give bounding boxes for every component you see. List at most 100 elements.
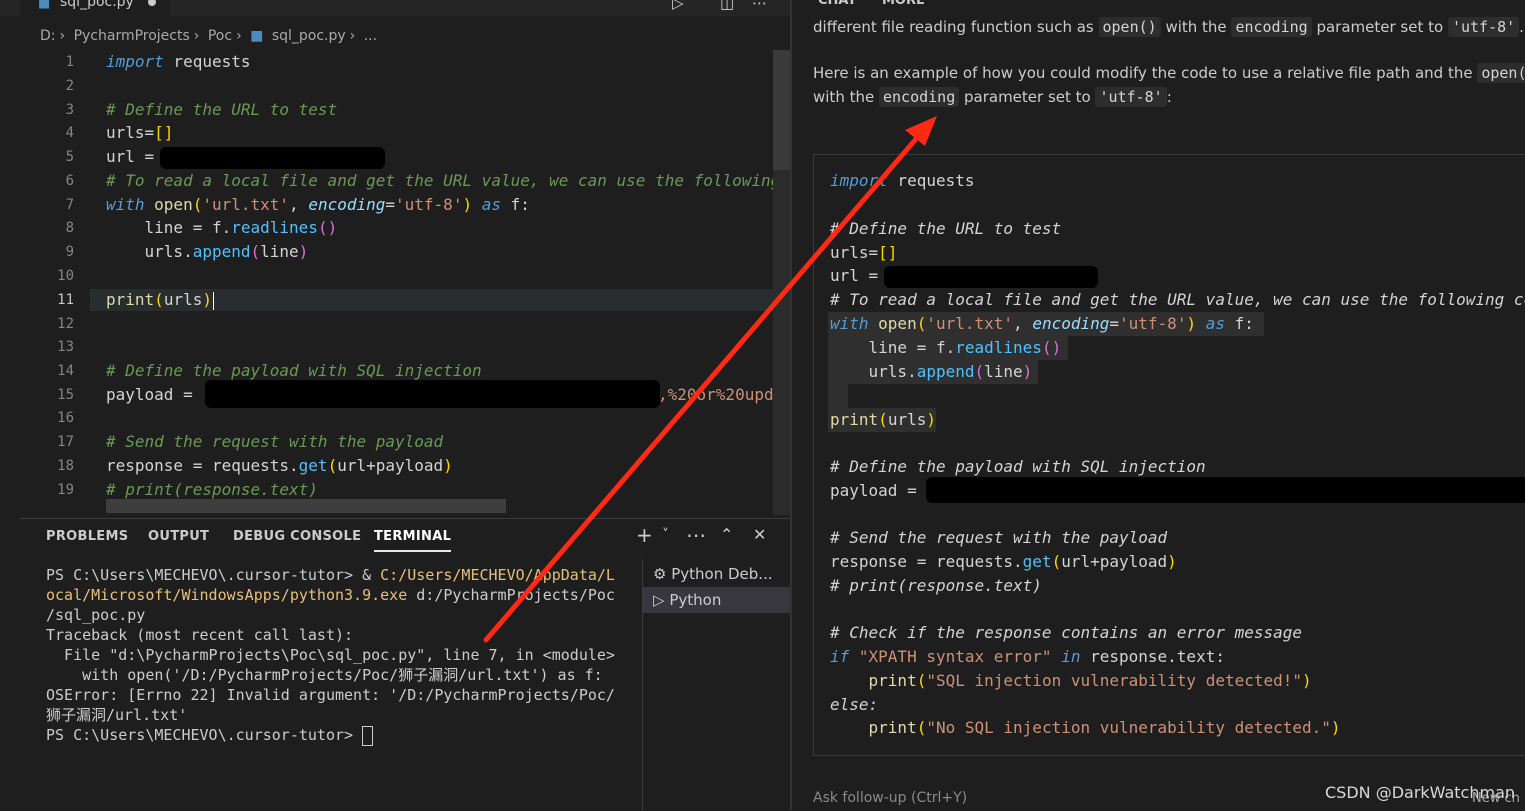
tab-problems[interactable]: PROBLEMS [46, 529, 128, 544]
python-file-icon: ■ [250, 28, 264, 44]
code-text: urls. [106, 242, 193, 261]
breadcrumb-item[interactable]: sql_poc.py [272, 28, 346, 44]
split-editor-icon[interactable]: ◫ [720, 0, 734, 12]
line-number: 18 [57, 458, 74, 474]
editor-horizontal-scrollbar[interactable] [106, 499, 506, 513]
plus-icon[interactable]: + [636, 523, 653, 547]
code-bracket: ( [878, 410, 888, 429]
text-cursor [212, 291, 214, 310]
tab-debug-console[interactable]: DEBUG CONSOLE [233, 529, 361, 544]
code-method: readlines [231, 218, 318, 237]
code-keyword: as [472, 195, 501, 214]
code-keyword: with [106, 195, 145, 214]
line-number: 2 [65, 78, 74, 94]
terminal-path: C:/Users/MECHEVO/AppData/L [380, 566, 615, 584]
tab-output[interactable]: OUTPUT [148, 529, 209, 544]
code-comment: # Define the URL to test [830, 219, 1062, 238]
code-bracket: ( [916, 314, 927, 333]
terminal-line: d:/PycharmProjects/Poc [407, 586, 615, 604]
code-text: payload = [106, 385, 203, 404]
code-text: requests [887, 171, 975, 190]
chevron-right-icon: › [349, 28, 356, 44]
code-text: f: [1225, 314, 1254, 333]
terminal-item-python[interactable]: ▷ Python [643, 587, 791, 613]
tab-more[interactable]: MORE [882, 0, 925, 8]
line-number: 13 [57, 339, 74, 355]
bottom-panel: PROBLEMS OUTPUT DEBUG CONSOLE TERMINAL +… [20, 518, 791, 811]
code-line: payload = [106, 385, 202, 404]
code-text: response.text: [1080, 647, 1225, 666]
redacted-url [884, 266, 1098, 288]
unsaved-dot-icon[interactable] [148, 0, 156, 6]
code-text: url = [106, 147, 164, 166]
chevron-down-icon[interactable]: ˅ [662, 527, 669, 543]
code-text: response = requests. [830, 552, 1023, 571]
code-text: urls. [830, 362, 917, 381]
code-bracket: ( [250, 242, 261, 261]
close-icon[interactable]: ✕ [753, 525, 766, 544]
line-number: 14 [57, 363, 74, 379]
code-text: , [1013, 314, 1033, 333]
breadcrumb-item[interactable]: Poc [208, 28, 232, 44]
code-bracket: ) [1022, 362, 1033, 381]
chevron-up-icon[interactable]: ⌃ [720, 525, 733, 544]
line-number: 1 [65, 54, 74, 70]
code-text: response = requests. [106, 456, 299, 475]
chat-text: parameter set to [959, 88, 1096, 106]
breadcrumb-item[interactable]: ... [364, 28, 377, 44]
terminal-item-label: Python [669, 591, 722, 609]
chat-code-block[interactable]: import requests # Define the URL to test… [813, 154, 1525, 756]
code-line: print(urls) [106, 290, 214, 310]
code-text: f: [501, 195, 530, 214]
terminal-line: Traceback (most recent call last): [46, 626, 354, 644]
chat-paragraph: with the encoding parameter set to 'utf-… [813, 87, 1172, 107]
line-number: 12 [57, 316, 74, 332]
code-text: urls= [830, 243, 879, 262]
breadcrumb-item[interactable]: PycharmProjects [74, 28, 190, 44]
code-bracket: ) [443, 456, 453, 475]
code-method: readlines [955, 338, 1042, 357]
more-icon[interactable]: ⋯ [752, 0, 767, 12]
code-comment: # Send the request with the payload [830, 528, 1168, 547]
code-function: print [106, 290, 155, 309]
tab-chat[interactable]: CHAT [818, 0, 856, 8]
code-line: urls.append(line) [830, 362, 1033, 381]
code-keyword: import [830, 171, 888, 190]
code-method: append [192, 242, 251, 261]
code-bracket: () [1041, 338, 1062, 357]
code-bracket: ( [1051, 552, 1062, 571]
editor-tab[interactable]: ■ sql_poc.py [20, 0, 170, 16]
code-function: print [830, 410, 879, 429]
terminal-item-python-debug[interactable]: ⚙ Python Deb... [653, 565, 773, 583]
ask-followup-input[interactable]: Ask follow-up (Ctrl+Y) [813, 790, 967, 806]
code-text: , [289, 195, 309, 214]
line-number: 7 [65, 197, 74, 213]
code-comment: # print(response.text) [830, 576, 1042, 595]
code-bracket: ) [202, 290, 212, 309]
line-number: 17 [57, 434, 74, 450]
code-bracket: ) [1330, 718, 1341, 737]
chevron-down-icon[interactable]: ˅ [698, 0, 706, 12]
line-number: 9 [65, 244, 74, 260]
debug-icon: ⚙ [653, 565, 667, 583]
tab-terminal[interactable]: TERMINAL [374, 529, 452, 552]
editor-scrollbar-thumb[interactable] [773, 50, 790, 170]
code-bracket: [] [154, 123, 174, 142]
redacted-url [160, 147, 385, 169]
terminal-output[interactable]: PS C:\Users\MECHEVO\.cursor-tutor> & C:/… [46, 565, 636, 746]
code-line: urls.append(line) [106, 242, 309, 261]
terminal-icon: ▷ [653, 591, 665, 609]
code-text: url+payload [337, 456, 444, 475]
code-line: print(urls) [830, 410, 936, 429]
run-icon[interactable]: ▷ [672, 0, 684, 12]
chat-text: with the [813, 88, 879, 106]
code-parameter: encoding [308, 195, 386, 214]
code-line: import requests [106, 52, 251, 71]
terminal-prompt: PS C:\Users\MECHEVO\.cursor-tutor> [46, 726, 363, 744]
code-keyword: else: [830, 695, 879, 714]
ellipsis-icon[interactable]: ⋯ [686, 523, 706, 547]
terminal-line: with open('/D:/PycharmProjects/Poc/狮子漏洞/… [46, 666, 603, 684]
breadcrumb-item[interactable]: D: [40, 28, 56, 44]
code-bracket: ( [916, 718, 927, 737]
line-number: 8 [65, 220, 74, 236]
